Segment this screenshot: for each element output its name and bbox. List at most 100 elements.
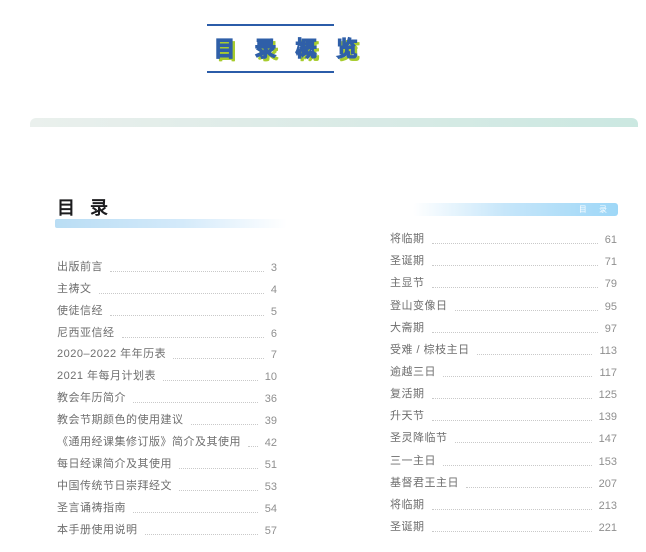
toc-page-number: 117 — [599, 366, 617, 379]
toc-entry-label: 圣言诵祷指南 — [57, 501, 126, 514]
toc-page-number: 61 — [604, 234, 617, 247]
toc-page-number: 3 — [270, 261, 277, 274]
toc-page-number: 39 — [264, 415, 277, 428]
toc-row: 中国传统节日崇拜经文 53 — [57, 475, 277, 497]
toc-row: 升天节 139 — [390, 405, 617, 427]
toc-page-number: 54 — [264, 502, 277, 515]
toc-row: 圣诞期 221 — [390, 516, 617, 538]
toc-row: 教会年历简介 36 — [57, 387, 277, 409]
toc-row: 圣言诵祷指南 54 — [57, 497, 277, 519]
toc-page-number: 113 — [599, 344, 617, 357]
toc-page-number: 4 — [270, 283, 277, 296]
dotted-leader — [431, 243, 598, 245]
toc-entry-label: 逾越三日 — [390, 365, 436, 378]
toc-row: 主显节 79 — [390, 272, 617, 294]
dotted-leader — [179, 467, 258, 469]
toc-entry-label: 每日经课简介及其使用 — [57, 457, 172, 470]
toc-entry-label: 出版前言 — [57, 260, 103, 273]
toc-row: 主祷文 4 — [57, 278, 277, 300]
toc-entry-label: 《通用经课集修订版》简介及其使用 — [57, 436, 241, 449]
toc-entry-label: 2021 年每月计划表 — [57, 370, 157, 383]
toc-entry-label: 圣灵降临节 — [390, 432, 448, 445]
dotted-leader — [431, 530, 592, 532]
dotted-leader — [133, 402, 258, 404]
toc-entry-label: 将临期 — [390, 498, 425, 511]
toc-row: 圣灵降临节 147 — [390, 427, 617, 449]
toc-page-number: 10 — [264, 371, 277, 384]
toc-page-number: 139 — [598, 411, 617, 424]
dotted-leader — [443, 375, 593, 377]
dotted-leader — [121, 336, 264, 338]
toc-entry-label: 三一主日 — [390, 454, 436, 467]
dotted-leader — [248, 446, 258, 448]
toc-page-number: 97 — [604, 322, 617, 335]
toc-page-number: 36 — [264, 393, 277, 406]
toc-row: 大斋期 97 — [390, 317, 617, 339]
document-page: 目 录 概 览 目 录 目 录 出版前言 3 主祷文 4 使徒信经 5 尼西亚信经 6 … — [0, 0, 646, 552]
toc-page-number: 207 — [598, 477, 617, 490]
overview-banner-title: 目 录 概 览 — [213, 37, 365, 61]
toc-entry-label: 中国传统节日崇拜经文 — [57, 479, 172, 492]
dotted-leader — [431, 265, 598, 267]
toc-row: 每日经课简介及其使用 51 — [57, 453, 277, 475]
dotted-leader — [431, 420, 592, 422]
dotted-leader — [163, 380, 258, 382]
dotted-leader — [110, 314, 264, 316]
dotted-leader — [190, 424, 258, 426]
toc-entry-label: 尼西亚信经 — [57, 326, 115, 339]
corner-label: 目 录 — [578, 205, 612, 214]
toc-row: 出版前言 3 — [57, 256, 277, 278]
toc-page-number: 79 — [604, 278, 617, 291]
toc-row: 《通用经课集修订版》简介及其使用 42 — [57, 431, 277, 453]
toc-column-right: 将临期 61 圣诞期 71 主显节 79 登山变像日 95 大斋期 97 受难 / 棕枝主… — [390, 228, 617, 538]
toc-entry-label: 本手册使用说明 — [57, 523, 138, 536]
dotted-leader — [454, 309, 598, 311]
toc-page-number: 213 — [598, 499, 617, 512]
toc-row: 尼西亚信经 6 — [57, 322, 277, 344]
toc-row: 教会节期颜色的使用建议 39 — [57, 409, 277, 431]
toc-row: 圣诞期 71 — [390, 250, 617, 272]
toc-row: 将临期 213 — [390, 494, 617, 516]
toc-entry-label: 使徒信经 — [57, 304, 103, 317]
toc-entry-label: 复活期 — [390, 388, 425, 401]
toc-entry-label: 基督君王主日 — [390, 476, 459, 489]
toc-row: 受难 / 棕枝主日 113 — [390, 339, 617, 361]
toc-row: 三一主日 153 — [390, 449, 617, 471]
toc-row: 基督君王主日 207 — [390, 472, 617, 494]
toc-page-number: 42 — [264, 437, 277, 450]
toc-entry-label: 登山变像日 — [390, 299, 448, 312]
dotted-leader — [179, 489, 258, 491]
dotted-leader — [431, 398, 592, 400]
toc-entry-label: 主显节 — [390, 277, 425, 290]
toc-row: 登山变像日 95 — [390, 294, 617, 316]
toc-page-number: 7 — [270, 349, 277, 362]
toc-entry-label: 大斋期 — [390, 321, 425, 334]
toc-entry-label: 主祷文 — [57, 282, 92, 295]
toc-page-number: 5 — [270, 305, 277, 318]
corner-label-bar: 目 录 — [413, 203, 618, 216]
toc-page-number: 221 — [598, 521, 617, 534]
toc-page-number: 71 — [604, 256, 617, 269]
toc-heading: 目 录 — [57, 198, 114, 218]
toc-row: 2021 年每月计划表 10 — [57, 365, 277, 387]
toc-entry-label: 2020–2022 年年历表 — [57, 348, 167, 361]
toc-page-number: 95 — [604, 300, 617, 313]
dotted-leader — [476, 353, 593, 355]
toc-entry-label: 教会年历简介 — [57, 392, 126, 405]
dotted-leader — [454, 442, 592, 444]
toc-entry-label: 升天节 — [390, 410, 425, 423]
toc-page-number: 153 — [598, 455, 617, 468]
toc-entry-label: 教会节期颜色的使用建议 — [57, 414, 184, 427]
toc-page-number: 6 — [270, 327, 277, 340]
toc-column-left: 出版前言 3 主祷文 4 使徒信经 5 尼西亚信经 6 2020–2022 年年历表 7 … — [57, 256, 277, 541]
toc-heading-underline — [55, 219, 287, 228]
dotted-leader — [98, 292, 264, 294]
toc-row: 逾越三日 117 — [390, 361, 617, 383]
dotted-leader — [466, 486, 592, 488]
dotted-leader — [431, 331, 598, 333]
page-top-accent-bar — [30, 118, 638, 127]
toc-entry-label: 受难 / 棕枝主日 — [390, 343, 470, 356]
toc-page-number: 57 — [264, 524, 277, 537]
toc-entry-label: 圣诞期 — [390, 520, 425, 533]
dotted-leader — [144, 533, 258, 535]
